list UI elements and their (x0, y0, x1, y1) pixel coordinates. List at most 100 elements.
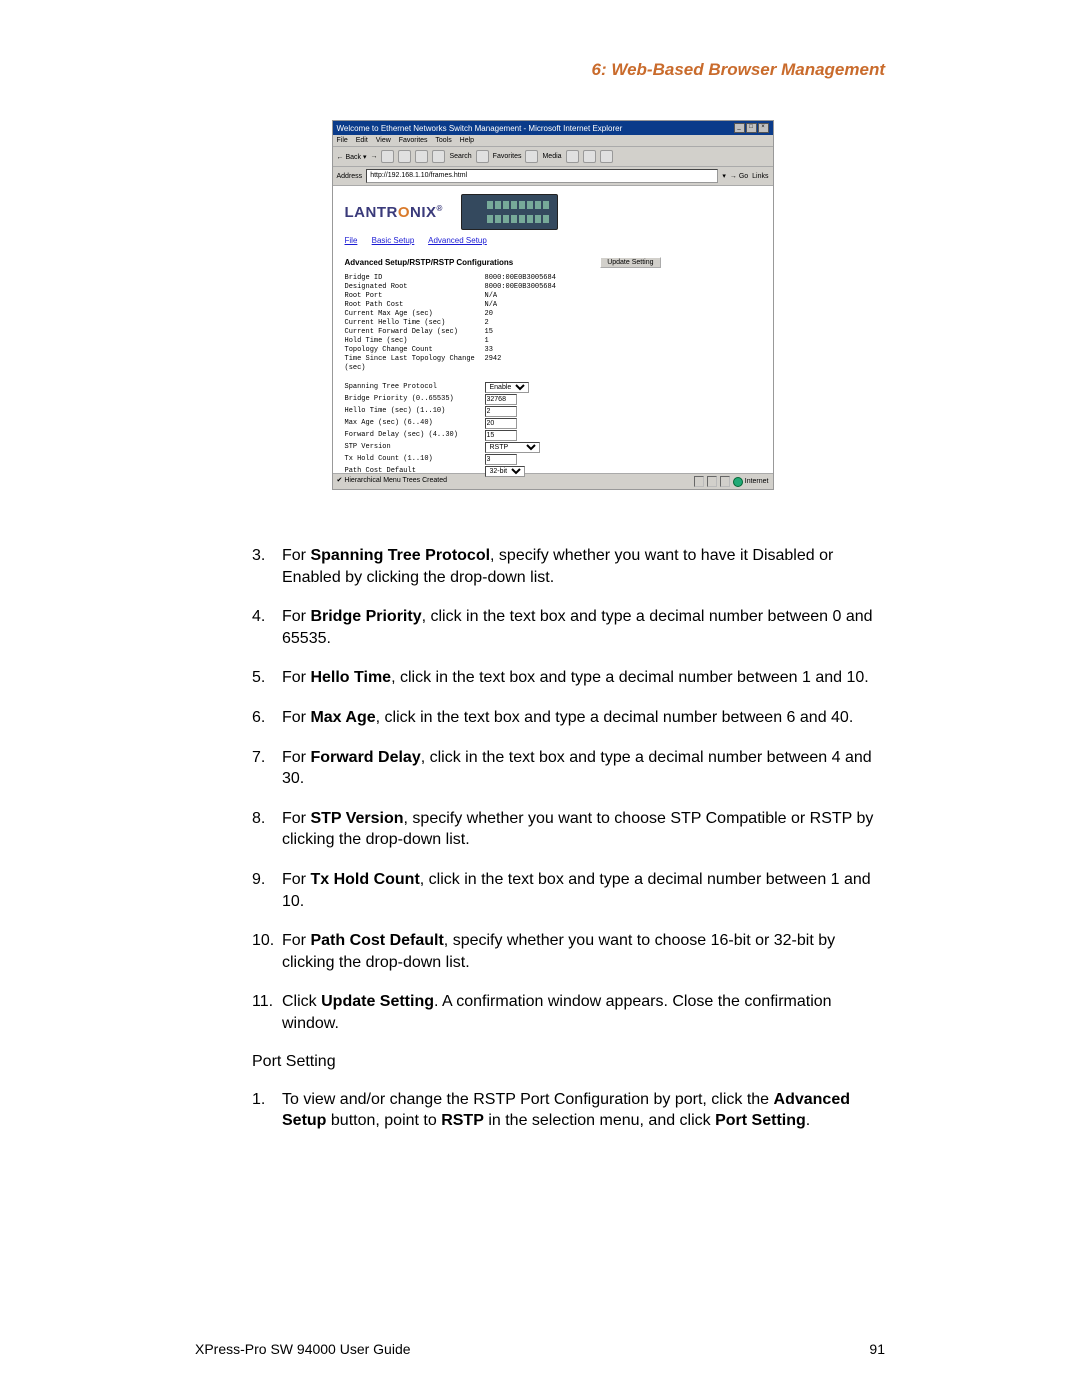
info-value: 1 (485, 337, 489, 346)
nav-advanced-setup[interactable]: Advanced Setup (428, 236, 487, 245)
info-table: Bridge ID8000:00E0B3005684Designated Roo… (345, 274, 761, 373)
update-setting-button[interactable]: Update Setting (600, 257, 660, 268)
instruction-step: 3.For Spanning Tree Protocol, specify wh… (252, 545, 885, 588)
form-row: Hello Time (sec) (1..10) (345, 405, 761, 417)
step-number: 1. (252, 1089, 282, 1132)
go-button[interactable]: → Go (730, 173, 748, 180)
nav-basic-setup[interactable]: Basic Setup (372, 236, 415, 245)
form-select[interactable]: 32-bit (485, 466, 525, 477)
info-row: Current Hello Time (sec)2 (345, 319, 761, 328)
status-seg (694, 476, 704, 487)
search-icon[interactable] (432, 150, 445, 163)
form-label: Spanning Tree Protocol (345, 383, 485, 392)
links-label: Links (752, 173, 768, 180)
footer-left: XPress-Pro SW 94000 User Guide (195, 1341, 411, 1357)
info-row: Topology Change Count33 (345, 346, 761, 355)
instruction-step: 6.For Max Age, click in the text box and… (252, 707, 885, 729)
mail-icon[interactable] (583, 150, 596, 163)
back-button[interactable]: ← Back ▾ (337, 153, 367, 161)
info-label: Current Hello Time (sec) (345, 319, 485, 328)
menu-view[interactable]: View (376, 137, 391, 144)
window-title: Welcome to Ethernet Networks Switch Mana… (337, 124, 623, 133)
info-label: Topology Change Count (345, 346, 485, 355)
favorites-icon[interactable] (476, 150, 489, 163)
dropdown-icon[interactable]: ▾ (722, 172, 726, 180)
home-icon[interactable] (415, 150, 428, 163)
internet-zone: Internet (733, 477, 769, 487)
forward-button[interactable]: → (370, 153, 377, 160)
info-value: 2942 (485, 355, 502, 373)
step-number: 5. (252, 667, 282, 689)
form-input[interactable] (485, 406, 517, 417)
address-bar: Address http://192.168.1.10/frames.html … (333, 167, 773, 186)
content-title: Advanced Setup/RSTP/RSTP Configurations (345, 258, 514, 267)
media-icon[interactable] (525, 150, 538, 163)
instruction-step: 5.For Hello Time, click in the text box … (252, 667, 885, 689)
info-value: N/A (485, 301, 498, 310)
close-button[interactable]: × (758, 123, 769, 133)
step-text: Click Update Setting. A confirmation win… (282, 991, 885, 1034)
window-titlebar: Welcome to Ethernet Networks Switch Mana… (333, 121, 773, 135)
info-row: Hold Time (sec)1 (345, 337, 761, 346)
form-label: STP Version (345, 443, 485, 452)
info-value: 15 (485, 328, 493, 337)
document-page: 6: Web-Based Browser Management Welcome … (0, 0, 1080, 1397)
info-value: 2 (485, 319, 489, 328)
menu-edit[interactable]: Edit (356, 137, 368, 144)
maximize-button[interactable]: □ (746, 123, 757, 133)
form-label: Bridge Priority (0..65535) (345, 395, 485, 404)
form-row: Path Cost Default32-bit (345, 465, 761, 477)
footer-page-number: 91 (869, 1341, 885, 1357)
toolbar: ← Back ▾ → Search Favorites Media (333, 147, 773, 167)
form-select[interactable]: Enable (485, 382, 529, 393)
nav-file[interactable]: File (345, 236, 358, 245)
info-label: Root Port (345, 292, 485, 301)
instruction-list: 3.For Spanning Tree Protocol, specify wh… (220, 545, 885, 1035)
menu-file[interactable]: File (337, 137, 348, 144)
minimize-button[interactable]: _ (734, 123, 745, 133)
menu-help[interactable]: Help (460, 137, 474, 144)
globe-icon (733, 477, 743, 487)
form-input[interactable] (485, 430, 517, 441)
step-number: 10. (252, 930, 282, 973)
status-seg (707, 476, 717, 487)
form-input[interactable] (485, 394, 517, 405)
nav-links: File Basic Setup Advanced Setup (333, 234, 773, 251)
status-seg (720, 476, 730, 487)
history-icon[interactable] (566, 150, 579, 163)
stop-icon[interactable] (381, 150, 394, 163)
print-icon[interactable] (600, 150, 613, 163)
info-row: Root PortN/A (345, 292, 761, 301)
content-area: Advanced Setup/RSTP/RSTP Configurations … (333, 251, 773, 473)
step-number: 8. (252, 808, 282, 851)
form-select[interactable]: RSTP (485, 442, 540, 453)
form-input[interactable] (485, 418, 517, 429)
info-label: Time Since Last Topology Change (sec) (345, 355, 485, 373)
menu-favorites[interactable]: Favorites (399, 137, 428, 144)
form-label: Tx Hold Count (1..10) (345, 455, 485, 464)
info-label: Designated Root (345, 283, 485, 292)
menu-tools[interactable]: Tools (435, 137, 451, 144)
step-number: 4. (252, 606, 282, 649)
form-row: Bridge Priority (0..65535) (345, 393, 761, 405)
page-header: 6: Web-Based Browser Management (220, 60, 885, 80)
refresh-icon[interactable] (398, 150, 411, 163)
step-number: 11. (252, 991, 282, 1034)
config-form: Spanning Tree ProtocolEnableBridge Prior… (345, 381, 761, 477)
info-row: Time Since Last Topology Change (sec)294… (345, 355, 761, 373)
info-row: Bridge ID8000:00E0B3005684 (345, 274, 761, 283)
form-label: Max Age (sec) (6..40) (345, 419, 485, 428)
step-number: 3. (252, 545, 282, 588)
form-input[interactable] (485, 454, 517, 465)
instruction-list-2: 1.To view and/or change the RSTP Port Co… (220, 1089, 885, 1132)
form-row: STP VersionRSTP (345, 441, 761, 453)
step-text: For Hello Time, click in the text box an… (282, 667, 869, 689)
info-row: Current Max Age (sec)20 (345, 310, 761, 319)
instruction-step: 10.For Path Cost Default, specify whethe… (252, 930, 885, 973)
form-row: Forward Delay (sec) (4..30) (345, 429, 761, 441)
port-setting-heading: Port Setting (252, 1053, 885, 1071)
url-field[interactable]: http://192.168.1.10/frames.html (366, 169, 718, 183)
embedded-screenshot: Welcome to Ethernet Networks Switch Mana… (332, 120, 774, 490)
window-buttons: _ □ × (734, 123, 769, 133)
address-label: Address (337, 173, 363, 180)
